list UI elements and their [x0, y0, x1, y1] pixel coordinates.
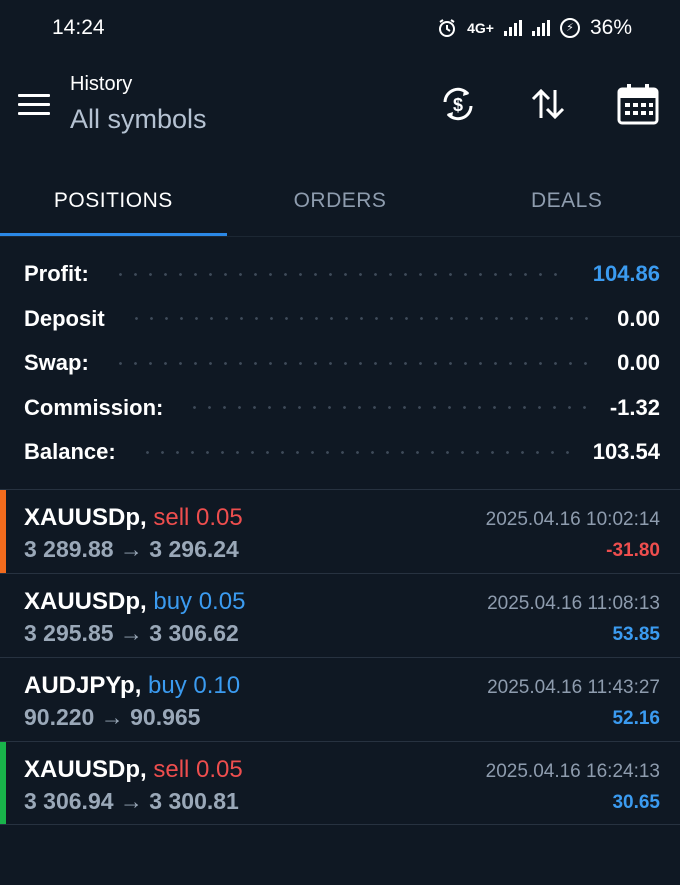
position-row[interactable]: XAUUSDp, sell 0.05 3 289.88 → 3 296.24 2…: [0, 489, 680, 573]
tab-bar: POSITIONS ORDERS DEALS: [0, 165, 680, 237]
position-title: AUDJPYp, buy 0.10: [24, 672, 240, 700]
position-accent-bar: [0, 490, 6, 573]
summary-label: Swap:: [24, 350, 89, 376]
position-title: XAUUSDp, buy 0.05: [24, 588, 245, 616]
summary-value: 103.54: [592, 439, 660, 465]
position-row[interactable]: XAUUSDp, sell 0.05 3 306.94 → 3 300.81 2…: [0, 741, 680, 825]
position-accent-bar: [0, 574, 6, 657]
position-prices: 3 295.85 → 3 306.62: [24, 620, 239, 646]
summary-row-profit: Profit: 104.86: [0, 252, 680, 297]
battery-saver-icon: ⚡: [559, 18, 580, 38]
summary-value: 104.86: [592, 261, 660, 287]
tab-positions[interactable]: POSITIONS: [0, 165, 227, 237]
position-time: 2025.04.16 11:43:27: [487, 677, 660, 698]
signal-icon: [531, 20, 550, 36]
position-symbol: XAUUSDp,: [24, 756, 147, 783]
position-title: XAUUSDp, sell 0.05: [24, 756, 243, 784]
position-prices: 90.220 → 90.965: [24, 704, 201, 730]
position-symbol: XAUUSDp,: [24, 504, 147, 531]
position-prices: 3 306.94 → 3 300.81: [24, 788, 239, 814]
calendar-icon[interactable]: [616, 82, 660, 126]
alarm-icon: [439, 19, 456, 37]
status-time: 14:24: [52, 16, 105, 39]
position-side: buy 0.10: [148, 672, 241, 699]
svg-text:$: $: [453, 95, 463, 115]
summary-value: -1.32: [609, 394, 660, 420]
summary-row-swap: Swap: 0.00: [0, 341, 680, 386]
summary-row-balance: Balance: 103.54: [0, 430, 680, 475]
battery-level: 36%: [589, 16, 632, 39]
sort-icon[interactable]: [526, 82, 570, 126]
position-row[interactable]: XAUUSDp, buy 0.05 3 295.85 → 3 306.62 20…: [0, 573, 680, 657]
tab-divider: [0, 236, 680, 237]
position-row[interactable]: AUDJPYp, buy 0.10 90.220 → 90.965 2025.0…: [0, 657, 680, 741]
position-side: sell 0.05: [153, 756, 243, 783]
position-accent-bar: [0, 658, 6, 741]
position-profit: -31.80: [606, 540, 660, 561]
dot-leader: [139, 450, 569, 454]
position-side: sell 0.05: [153, 504, 243, 531]
position-profit: 30.65: [612, 792, 660, 813]
position-time: 2025.04.16 16:24:13: [485, 761, 660, 782]
network-type: 4G+: [467, 20, 494, 36]
summary-row-deposit: Deposit 0.00: [0, 297, 680, 342]
dot-leader: [187, 406, 586, 410]
status-bar: 14:24 4G+ ⚡ 36%: [0, 0, 680, 56]
summary-panel: Profit: 104.86 Deposit 0.00 Swap: 0.00 C…: [0, 252, 680, 475]
positions-list: XAUUSDp, sell 0.05 3 289.88 → 3 296.24 2…: [0, 489, 680, 825]
dot-leader: [112, 272, 569, 276]
dot-leader: [128, 317, 594, 321]
position-symbol: AUDJPYp,: [24, 672, 142, 699]
position-profit: 52.16: [612, 708, 660, 729]
summary-label: Commission:: [24, 394, 164, 420]
currency-exchange-icon[interactable]: $: [436, 82, 480, 126]
summary-label: Profit:: [24, 261, 89, 287]
position-accent-bar: [0, 742, 6, 824]
status-icons: 4G+ ⚡ 36%: [437, 16, 632, 40]
position-time: 2025.04.16 11:08:13: [487, 593, 660, 614]
summary-label: Deposit: [24, 305, 105, 331]
summary-row-commission: Commission: -1.32: [0, 386, 680, 431]
tab-deals[interactable]: DEALS: [453, 165, 680, 237]
position-title: XAUUSDp, sell 0.05: [24, 504, 243, 532]
summary-value: 0.00: [617, 305, 660, 331]
menu-icon[interactable]: [18, 94, 50, 118]
position-time: 2025.04.16 10:02:14: [485, 509, 660, 530]
summary-value: 0.00: [617, 350, 660, 376]
position-prices: 3 289.88 → 3 296.24: [24, 536, 239, 562]
tab-orders[interactable]: ORDERS: [227, 165, 454, 237]
signal-icon: [503, 20, 522, 36]
position-symbol: XAUUSDp,: [24, 588, 147, 615]
app-bar: History All symbols $: [0, 62, 680, 162]
position-profit: 53.85: [612, 624, 660, 645]
position-side: buy 0.05: [153, 588, 246, 615]
summary-label: Balance:: [24, 439, 116, 465]
dot-leader: [112, 361, 594, 365]
symbol-filter[interactable]: All symbols: [70, 104, 207, 135]
page-title: History: [70, 73, 133, 95]
